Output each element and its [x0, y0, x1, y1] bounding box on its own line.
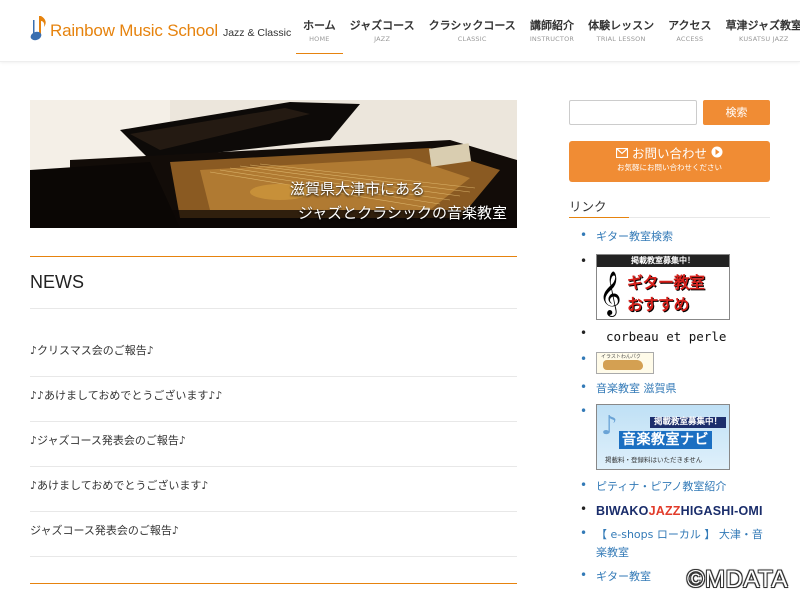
nav-trial-lesson[interactable]: 体験レッスン TRIAL LESSON — [581, 18, 661, 54]
biwako-text: BIWAKO — [596, 504, 649, 518]
watermark: ©MDATA — [686, 566, 788, 593]
dog-banner-text: イラストわんパク — [601, 354, 641, 360]
nav-home[interactable]: ホーム HOME — [296, 18, 343, 54]
nav-label: 草津ジャズ教室 — [725, 19, 800, 32]
nav-instructor[interactable]: 講師紹介 INSTRUCTOR — [523, 18, 581, 54]
news-top-divider — [30, 256, 517, 257]
higashi-omi-text: HIGASHI-OMI — [680, 504, 763, 518]
news-item[interactable]: ♪あけましておめでとうございます♪ — [30, 467, 517, 512]
nav-classic[interactable]: クラシックコース CLASSIC — [422, 18, 523, 54]
link-navi-banner[interactable]: ♪ 掲載教室募集中！ 音楽教室ナビ 掲載料・登録料はいただきません — [580, 404, 780, 470]
links-list: ギター教室検索 掲載教室募集中！ 𝄞 ギター教室 おすすめ corbeau et… — [580, 228, 780, 586]
nav-label: ジャズコース — [349, 19, 415, 32]
banner-title: 音楽教室ナビ — [619, 431, 712, 449]
link-guitar-search[interactable]: ギター教室検索 — [580, 228, 780, 246]
hero-caption-line2: ジャズとクラシックの音楽教室 — [298, 204, 507, 222]
nav-label: 体験レッスン — [588, 19, 655, 32]
nav-label: アクセス — [668, 19, 712, 32]
news-item[interactable]: ♪♪あけましておめでとうございます♪♪ — [30, 377, 517, 422]
guitar-banner: 掲載教室募集中！ 𝄞 ギター教室 おすすめ — [596, 254, 730, 320]
news-title-divider — [30, 308, 517, 309]
link-biwako-jazz[interactable]: BIWAKOJAZZHIGASHI-OMI — [580, 502, 780, 520]
contact-label: お問い合わせ — [631, 146, 707, 161]
link-text: ピティナ・ピアノ教室紹介 — [596, 480, 727, 493]
search-input[interactable] — [569, 100, 697, 125]
nav-sublabel: ACCESS — [676, 35, 704, 43]
link-text: 音楽教室 滋賀県 — [596, 382, 677, 395]
news-item[interactable]: ♪クリスマス会のご報告♪ — [30, 332, 517, 377]
news-item[interactable]: ♪ジャズコース発表会のご報告♪ — [30, 422, 517, 467]
link-music-shiga[interactable]: 音楽教室 滋賀県 — [580, 380, 780, 398]
dog-icon — [603, 360, 643, 370]
hero-caption-line1: 滋賀県大津市にある — [289, 180, 425, 198]
hero-piano-image: 滋賀県大津市にある ジャズとクラシックの音楽教室 — [30, 100, 517, 228]
news-item[interactable]: ジャズコース発表会のご報告♪ — [30, 512, 517, 557]
link-dog-banner[interactable]: イラストわんパク — [580, 352, 780, 374]
link-text: 【 e-shops ローカル 】 大津・音楽教室 — [596, 528, 763, 559]
link-corbeau[interactable]: corbeau et perle — [580, 326, 780, 348]
nav-label: クラシックコース — [428, 19, 516, 32]
nav-kusatsu-jazz[interactable]: 草津ジャズ教室 KUSATSU JAZZ — [719, 18, 800, 54]
dog-banner: イラストわんパク — [596, 352, 654, 374]
banner-head: 掲載教室募集中！ — [649, 417, 726, 428]
link-text: ギター教室検索 — [596, 230, 673, 243]
nav-jazz[interactable]: ジャズコース JAZZ — [343, 18, 422, 54]
contact-main: お問い合わせ — [569, 141, 770, 162]
site-header: Rainbow Music School Jazz & Classic ホーム … — [0, 0, 800, 62]
nav-sublabel: CLASSIC — [457, 35, 487, 43]
nav-sublabel: TRIAL LESSON — [596, 35, 646, 43]
main-nav: ホーム HOME ジャズコース JAZZ クラシックコース CLASSIC 講師… — [296, 18, 800, 54]
biwako-logo: BIWAKOJAZZHIGASHI-OMI — [596, 504, 763, 518]
music-note-icon: ♪ — [601, 411, 618, 441]
arrow-right-circle-icon — [711, 146, 723, 162]
news-title: NEWS — [30, 272, 84, 292]
corbeau-logo-text: corbeau et perle — [606, 329, 727, 344]
banner-head: 掲載教室募集中！ — [597, 255, 729, 267]
news-bottom-divider — [30, 583, 517, 584]
envelope-icon — [615, 146, 629, 162]
jazz-text: JAZZ — [648, 504, 681, 518]
music-navi-banner: ♪ 掲載教室募集中！ 音楽教室ナビ 掲載料・登録料はいただきません — [596, 404, 730, 470]
links-title: リンク — [569, 199, 607, 214]
music-note-icon — [30, 14, 48, 44]
banner-foot: 掲載料・登録料はいただきません — [605, 456, 703, 464]
contact-sublabel: お気軽にお問い合わせください — [617, 163, 722, 172]
nav-sublabel: INSTRUCTOR — [529, 35, 575, 43]
nav-sublabel: JAZZ — [374, 35, 391, 43]
site-logo[interactable]: Rainbow Music School Jazz & Classic — [30, 14, 291, 44]
link-piano[interactable]: ピティナ・ピアノ教室紹介 — [580, 478, 780, 496]
nav-sublabel: HOME — [309, 35, 330, 43]
nav-access[interactable]: アクセス ACCESS — [661, 18, 718, 54]
banner-line1: ギター教室 — [627, 273, 705, 292]
banner-line2: おすすめ — [627, 295, 690, 314]
link-guitar-banner[interactable]: 掲載教室募集中！ 𝄞 ギター教室 おすすめ — [580, 254, 780, 320]
news-list: ♪クリスマス会のご報告♪ ♪♪あけましておめでとうございます♪♪ ♪ジャズコース… — [30, 332, 517, 557]
treble-clef-icon: 𝄞 — [599, 271, 622, 315]
nav-label: ホーム — [303, 19, 336, 32]
brand-title: Rainbow Music School — [50, 21, 218, 40]
link-eshops[interactable]: 【 e-shops ローカル 】 大津・音楽教室 — [580, 526, 765, 562]
brand-subtitle: Jazz & Classic — [222, 27, 292, 39]
links-title-divider — [569, 217, 770, 218]
nav-sublabel: KUSATSU JAZZ — [739, 35, 789, 43]
contact-button[interactable]: お問い合わせ お気軽にお問い合わせください — [569, 141, 770, 182]
nav-label: 講師紹介 — [529, 19, 574, 32]
search-button[interactable]: 検索 — [703, 100, 770, 125]
